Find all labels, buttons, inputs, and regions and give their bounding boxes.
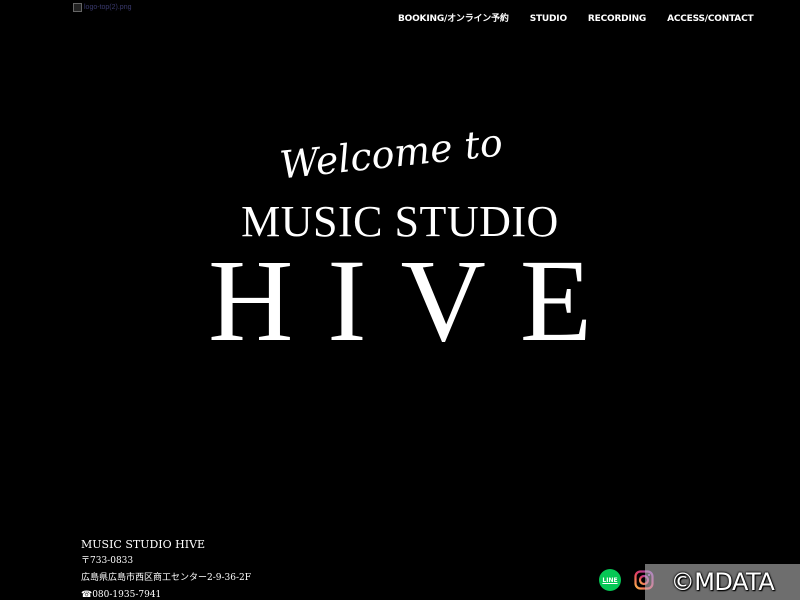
nav-studio[interactable]: STUDIO xyxy=(530,12,567,26)
footer-phone: ☎080-1935-7941 xyxy=(81,590,162,600)
footer-address: 広島県広島市西区商工センター2-9-36-2F xyxy=(81,573,251,583)
line-icon[interactable]: LINE xyxy=(599,569,621,591)
page: logo-top(2).png BOOKING/オンライン予約 STUDIO R… xyxy=(0,0,800,600)
broken-image-icon xyxy=(73,2,82,12)
watermark: ©MDATA xyxy=(645,564,800,600)
nav-booking[interactable]: BOOKING/オンライン予約 xyxy=(398,12,509,26)
footer-info: MUSIC STUDIO HIVE 〒733-0833 広島県広島市西区商工セン… xyxy=(81,536,251,600)
watermark-text: ©MDATA xyxy=(670,568,775,596)
logo-alt-text: logo-top(2).png xyxy=(84,3,132,11)
hero-hive-text: HIVE xyxy=(208,235,626,366)
footer-studio-name: MUSIC STUDIO HIVE xyxy=(81,538,206,551)
nav-recording[interactable]: RECORDING xyxy=(588,12,646,26)
site-logo[interactable]: logo-top(2).png xyxy=(73,2,131,12)
main-nav: BOOKING/オンライン予約 STUDIO RECORDING ACCESS/… xyxy=(398,12,754,26)
nav-access-contact[interactable]: ACCESS/CONTACT xyxy=(667,12,754,26)
footer-postal: 〒733-0833 xyxy=(81,556,134,566)
